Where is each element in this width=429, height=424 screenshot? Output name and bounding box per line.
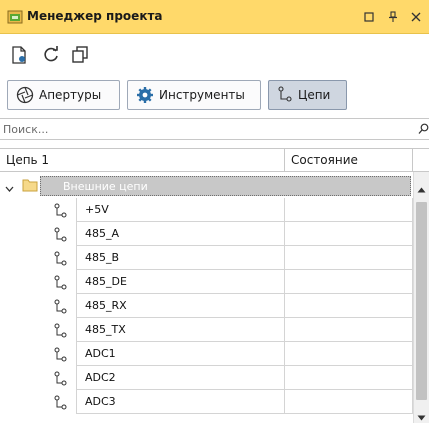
net-name-cell: 485_A: [76, 222, 285, 246]
net-icon: [54, 395, 68, 414]
maximize-icon[interactable]: [358, 6, 380, 28]
column-header-net[interactable]: Цепь 1: [0, 149, 285, 171]
net-icon: [54, 227, 68, 246]
table-header: Цепь 1 Состояние: [0, 148, 429, 172]
net-name-cell: 485_DE: [76, 270, 285, 294]
net-icon: [54, 299, 68, 318]
tab-bar: Апертуры Инструменты Цепи: [0, 78, 429, 116]
net-name-cell: 485_RX: [76, 294, 285, 318]
scrollbar-thumb[interactable]: [416, 202, 427, 400]
table-row[interactable]: 485_TX: [0, 318, 413, 342]
window-title: Менеджер проекта: [27, 9, 163, 23]
table-body: Внешние цепи +5V 485_A 485_B 485_DE 485_…: [0, 172, 413, 423]
state-cell: [285, 270, 413, 294]
table-row[interactable]: ADC3: [0, 390, 413, 414]
search-icon[interactable]: [418, 123, 429, 138]
table-row[interactable]: ADC2: [0, 366, 413, 390]
net-name-cell: ADC2: [76, 366, 285, 390]
search-bar: [0, 118, 429, 140]
state-cell: [285, 222, 413, 246]
net-name-cell: ADC1: [76, 342, 285, 366]
net-icon: [54, 251, 68, 270]
group-row[interactable]: Внешние цепи: [0, 174, 413, 198]
net-icon: [54, 347, 68, 366]
state-cell: [285, 390, 413, 414]
table-row[interactable]: 485_DE: [0, 270, 413, 294]
state-cell: [285, 246, 413, 270]
net-icon: [54, 203, 68, 222]
tab-tools-label: Инструменты: [159, 88, 245, 102]
net-name-cell: ADC3: [76, 390, 285, 414]
state-cell: [285, 342, 413, 366]
net-icon: [54, 323, 68, 342]
group-label: Внешние цепи: [40, 176, 411, 196]
folder-icon: [22, 178, 38, 195]
scroll-up-icon[interactable]: [417, 182, 426, 196]
state-cell: [285, 198, 413, 222]
vertical-scrollbar[interactable]: [413, 172, 429, 423]
chevron-down-icon[interactable]: [5, 182, 14, 196]
toolbar: [0, 37, 429, 72]
table-row[interactable]: 485_A: [0, 222, 413, 246]
scroll-down-icon[interactable]: [417, 410, 426, 424]
net-name-cell: 485_TX: [76, 318, 285, 342]
state-cell: [285, 294, 413, 318]
table-row[interactable]: ADC1: [0, 342, 413, 366]
table-row[interactable]: 485_RX: [0, 294, 413, 318]
net-icon: [54, 371, 68, 390]
aperture-icon: [16, 86, 34, 104]
refresh-icon[interactable]: [41, 45, 61, 65]
tab-tools[interactable]: Инструменты: [127, 80, 261, 110]
new-document-icon[interactable]: [10, 45, 30, 65]
tab-apertures[interactable]: Апертуры: [7, 80, 120, 110]
net-name-cell: +5V: [76, 198, 285, 222]
net-icon: [278, 86, 292, 102]
nets-table: Цепь 1 Состояние Внешние цепи +5V 485_A …: [0, 148, 429, 423]
tab-nets-label: Цепи: [298, 88, 331, 102]
close-icon[interactable]: [405, 6, 427, 28]
tab-apertures-label: Апертуры: [39, 88, 102, 102]
tab-nets[interactable]: Цепи: [268, 80, 347, 110]
gear-icon: [137, 87, 153, 103]
title-bar: Менеджер проекта: [0, 0, 429, 34]
search-input[interactable]: [3, 121, 403, 137]
table-row[interactable]: 485_B: [0, 246, 413, 270]
state-cell: [285, 318, 413, 342]
pin-icon[interactable]: [382, 6, 404, 28]
state-cell: [285, 366, 413, 390]
table-row[interactable]: +5V: [0, 198, 413, 222]
net-name-cell: 485_B: [76, 246, 285, 270]
copy-icon[interactable]: [71, 45, 91, 65]
net-icon: [54, 275, 68, 294]
column-header-state[interactable]: Состояние: [285, 149, 413, 171]
project-manager-icon: [7, 9, 23, 28]
